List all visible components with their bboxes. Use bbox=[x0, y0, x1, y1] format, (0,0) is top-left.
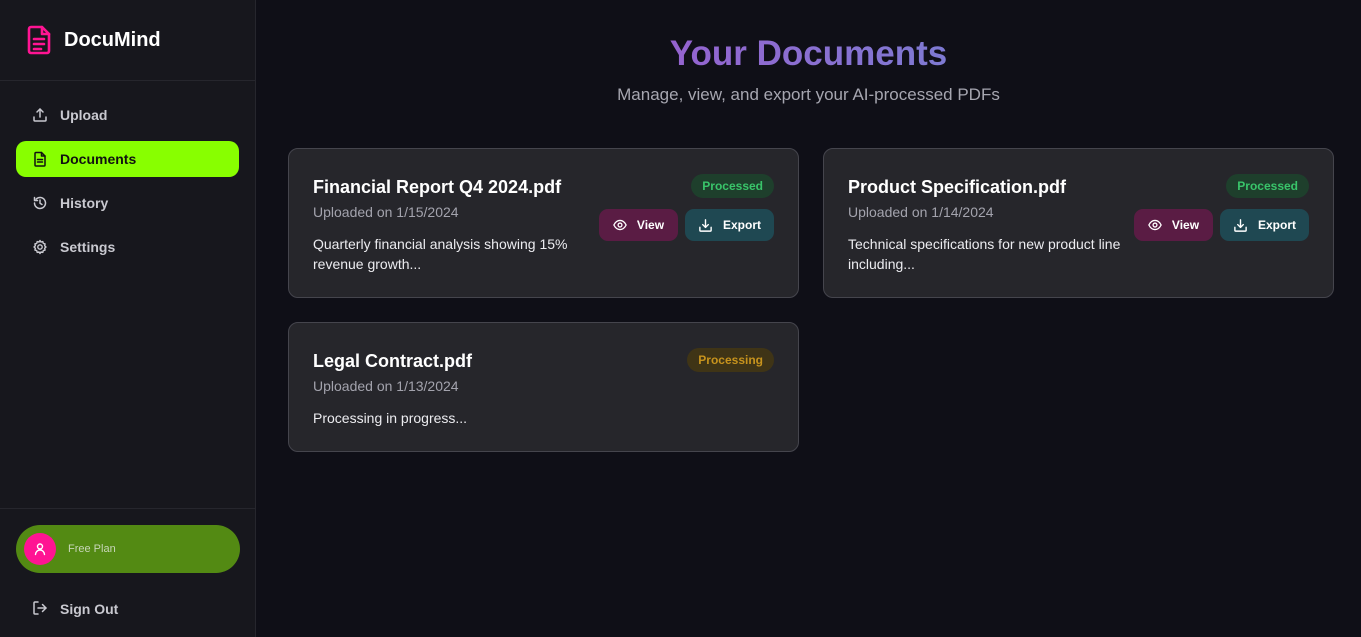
document-card[interactable]: Legal Contract.pdf Uploaded on 1/13/2024… bbox=[288, 322, 799, 452]
view-label: View bbox=[1171, 218, 1200, 232]
export-button[interactable]: Export bbox=[685, 209, 774, 241]
document-actions: View Export bbox=[1134, 209, 1309, 241]
document-date: Uploaded on 1/14/2024 bbox=[848, 204, 994, 220]
view-label: View bbox=[636, 218, 665, 232]
sidebar-item-documents[interactable]: Documents bbox=[16, 141, 239, 177]
brand-name: DocuMind bbox=[64, 28, 161, 51]
document-card[interactable]: Financial Report Q4 2024.pdf Uploaded on… bbox=[288, 148, 799, 298]
eye-icon bbox=[1148, 219, 1162, 231]
document-icon bbox=[26, 24, 52, 56]
sidebar-item-label: Upload bbox=[60, 107, 108, 123]
sidebar-item-upload[interactable]: Upload bbox=[16, 97, 239, 133]
document-description: Technical specifications for new product… bbox=[848, 236, 1121, 272]
page-subtitle: Manage, view, and export your AI-process… bbox=[617, 85, 1000, 104]
document-date: Uploaded on 1/13/2024 bbox=[313, 378, 459, 394]
document-description: Processing in progress... bbox=[313, 410, 468, 426]
user-icon bbox=[34, 543, 46, 556]
document-title: Product Specification.pdf bbox=[848, 177, 1067, 197]
sign-out-icon bbox=[32, 600, 48, 619]
eye-icon bbox=[613, 219, 627, 231]
sign-out-button[interactable]: Sign Out bbox=[16, 597, 240, 621]
export-label: Export bbox=[1257, 218, 1296, 232]
sidebar-item-label: History bbox=[60, 195, 109, 211]
history-icon bbox=[32, 195, 48, 211]
download-icon bbox=[699, 218, 712, 232]
document-date: Uploaded on 1/15/2024 bbox=[313, 204, 459, 220]
status-badge: Processing bbox=[687, 348, 774, 372]
document-description: Quarterly financial analysis showing 15%… bbox=[313, 236, 568, 272]
status-badge: Processed bbox=[691, 174, 774, 198]
document-title: Legal Contract.pdf bbox=[313, 351, 473, 371]
sidebar-footer: Free Plan Sign Out bbox=[0, 508, 256, 637]
plan-label: Free Plan bbox=[68, 543, 116, 555]
gear-icon bbox=[32, 239, 48, 255]
view-button[interactable]: View bbox=[599, 209, 678, 241]
export-label: Export bbox=[722, 218, 761, 232]
status-badge: Processed bbox=[1226, 174, 1309, 198]
sidebar-item-label: Documents bbox=[60, 151, 137, 167]
account-card[interactable]: Free Plan bbox=[16, 525, 240, 573]
upload-icon bbox=[32, 107, 48, 123]
sidebar-item-settings[interactable]: Settings bbox=[16, 229, 239, 265]
sidebar-item-history[interactable]: History bbox=[16, 185, 239, 221]
document-icon bbox=[32, 151, 48, 167]
sign-out-label: Sign Out bbox=[60, 601, 119, 617]
avatar bbox=[24, 533, 56, 565]
view-button[interactable]: View bbox=[1134, 209, 1213, 241]
page-title: Your Documents bbox=[256, 34, 1361, 74]
document-card[interactable]: Product Specification.pdf Uploaded on 1/… bbox=[823, 148, 1334, 298]
export-button[interactable]: Export bbox=[1220, 209, 1309, 241]
sidebar: DocuMind Upload Documents History Settin… bbox=[0, 0, 256, 637]
document-actions: View Export bbox=[599, 209, 774, 241]
main-content: Your Documents Manage, view, and export … bbox=[256, 0, 1361, 637]
download-icon bbox=[1234, 218, 1247, 232]
document-title: Financial Report Q4 2024.pdf bbox=[313, 177, 562, 197]
sidebar-item-label: Settings bbox=[60, 239, 116, 255]
sidebar-nav: Upload Documents History Settings bbox=[0, 81, 255, 265]
brand[interactable]: DocuMind bbox=[0, 0, 255, 81]
